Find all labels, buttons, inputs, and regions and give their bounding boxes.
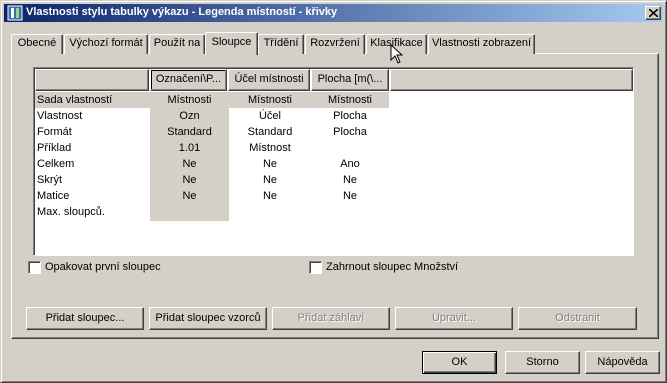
grid-cell[interactable]: Ozn [150, 108, 229, 124]
checkbox-label: Zahrnout sloupec Množství [326, 261, 459, 273]
row-label: Příklad [37, 142, 72, 154]
grid-cell[interactable]: Místnost [229, 140, 311, 156]
tab-apply-to[interactable]: Použít na [149, 34, 205, 54]
tab-columns[interactable]: Sloupce [205, 32, 258, 55]
add-header-button[interactable]: Přidat záhlaví [272, 307, 390, 330]
grid-cell[interactable]: Standard [150, 124, 229, 140]
grid-cell[interactable]: Ne [229, 156, 311, 172]
ok-button[interactable]: OK [422, 351, 497, 374]
tab-default-format[interactable]: Výchozí formát [64, 34, 148, 54]
grid-cell[interactable]: Místnosti [150, 92, 229, 108]
row-label: Sada vlastností [37, 94, 113, 106]
window-title: Vlastnosti stylu tabulky výkazu - Legend… [26, 6, 338, 18]
cancel-button[interactable]: Storno [505, 351, 580, 374]
tab-sorting[interactable]: Třídění [258, 34, 304, 54]
grid-cell[interactable]: Místnosti [229, 92, 311, 108]
grid-cell[interactable]: Ne [150, 188, 229, 204]
help-button[interactable]: Nápověda [585, 351, 660, 374]
grid-cell[interactable]: Ne [229, 172, 311, 188]
app-icon [7, 5, 23, 21]
tab-strip: Obecné Výchozí formát Použít na Sloupce … [11, 32, 661, 55]
title-bar[interactable]: Vlastnosti stylu tabulky výkazu - Legend… [4, 4, 663, 22]
row-label: Vlastnost [37, 110, 83, 122]
include-quantity-column-checkbox[interactable]: Zahrnout sloupec Množství [309, 260, 479, 276]
grid-cell[interactable]: Místnosti [311, 92, 389, 108]
remove-button[interactable]: Odstranit [518, 307, 637, 330]
grid-cell[interactable]: Ne [229, 188, 311, 204]
grid-cell[interactable]: Ne [150, 172, 229, 188]
close-icon [649, 9, 658, 17]
row-label: Formát [37, 126, 72, 138]
row-label: Skrýt [37, 174, 63, 186]
grid-corner-header [35, 69, 149, 91]
column-header-room-purpose[interactable]: Účel místnosti [228, 69, 310, 91]
grid-cell[interactable]: Ne [311, 188, 389, 204]
tab-layout[interactable]: Rozvržení [305, 34, 365, 54]
row-label: Celkem [37, 158, 75, 170]
add-formula-column-button[interactable]: Přidat sloupec vzorců [149, 307, 267, 330]
tab-general[interactable]: Obecné [11, 34, 63, 54]
grid-cell[interactable]: Plocha [311, 124, 389, 140]
column-header-designation[interactable]: Označení\P... [150, 69, 227, 91]
checkbox-label: Opakovat první sloupec [45, 261, 161, 273]
grid-cell[interactable]: Standard [229, 124, 311, 140]
grid-empty-header [390, 69, 633, 91]
grid-cell[interactable]: 1.01 [150, 140, 229, 156]
grid-cell[interactable] [311, 140, 389, 156]
add-column-button[interactable]: Přidat sloupec... [26, 307, 144, 330]
grid-cell[interactable]: Ne [150, 156, 229, 172]
grid-cell[interactable]: Účel [229, 108, 311, 124]
repeat-first-column-checkbox[interactable]: Opakovat první sloupec [28, 260, 178, 276]
close-button[interactable] [645, 6, 661, 20]
row-label: Matice [37, 190, 70, 202]
grid-cell[interactable]: Plocha [311, 108, 389, 124]
tab-display-properties[interactable]: Vlastnosti zobrazení [428, 34, 535, 54]
column-header-area[interactable]: Plocha [m(\... [311, 69, 389, 91]
checkbox-box[interactable] [309, 261, 322, 274]
mouse-pointer-icon [390, 44, 404, 64]
grid-cell[interactable]: Ano [311, 156, 389, 172]
row-label: Max. sloupců. [37, 206, 105, 218]
columns-grid[interactable]: Označení\P... Účel místnosti Plocha [m(\… [33, 67, 634, 256]
dialog-window: Vlastnosti stylu tabulky výkazu - Legend… [0, 0, 667, 383]
grid-cell[interactable]: Ne [311, 172, 389, 188]
checkbox-box[interactable] [28, 261, 41, 274]
edit-button[interactable]: Upravit... [395, 307, 513, 330]
